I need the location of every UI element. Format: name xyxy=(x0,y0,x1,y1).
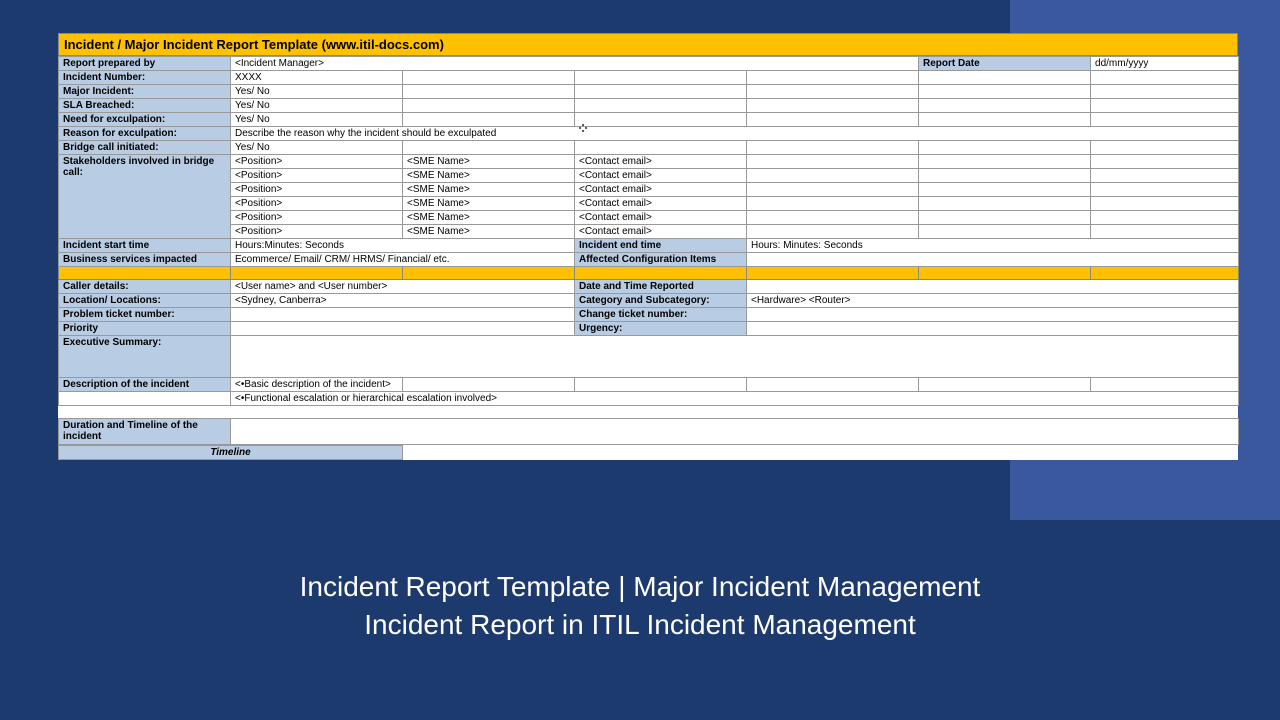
lbl-desc: Description of the incident xyxy=(59,378,231,392)
report-table: Report prepared by <Incident Manager> Re… xyxy=(58,56,1239,445)
val-biz[interactable]: Ecommerce/ Email/ CRM/ HRMS/ Financial/ … xyxy=(231,253,575,267)
lbl-bridge: Bridge call initiated: xyxy=(59,141,231,155)
caption-line1: Incident Report Template | Major Inciden… xyxy=(0,568,1280,606)
caption-line2: Incident Report in ITIL Incident Managem… xyxy=(0,606,1280,644)
lbl-cat: Category and Subcategory: xyxy=(575,294,747,308)
lbl-priority: Priority xyxy=(59,322,231,336)
lbl-end: Incident end time xyxy=(575,239,747,253)
sh-sme[interactable]: <SME Name> xyxy=(403,155,575,169)
sh-pos[interactable]: <Position> xyxy=(231,155,403,169)
val-major[interactable]: Yes/ No xyxy=(231,85,403,99)
lbl-datetime: Date and Time Reported xyxy=(575,280,747,294)
lbl-start: Incident start time xyxy=(59,239,231,253)
row-prepared-by: Report prepared by <Incident Manager> Re… xyxy=(59,57,1239,71)
lbl-loc: Location/ Locations: xyxy=(59,294,231,308)
timeline-header: Timeline xyxy=(59,446,403,460)
val-prepared-by[interactable]: <Incident Manager> xyxy=(231,57,919,71)
val-sla[interactable]: Yes/ No xyxy=(231,99,403,113)
val-reason-exc[interactable]: Describe the reason why the incident sho… xyxy=(231,127,1239,141)
lbl-need-exc: Need for exculpation: xyxy=(59,113,231,127)
sh-contact[interactable]: <Contact email> xyxy=(575,155,747,169)
lbl-change: Change ticket number: xyxy=(575,308,747,322)
val-loc[interactable]: <Sydney, Canberra> xyxy=(231,294,575,308)
val-caller[interactable]: <User name> and <User number> xyxy=(231,280,575,294)
lbl-biz: Business services impacted xyxy=(59,253,231,267)
val-desc[interactable]: <•Basic description of the incident> xyxy=(231,378,403,392)
lbl-prepared-by: Report prepared by xyxy=(59,57,231,71)
val-end[interactable]: Hours: Minutes: Seconds xyxy=(747,239,1239,253)
lbl-reason-exc: Reason for exculpation: xyxy=(59,127,231,141)
lbl-major: Major Incident: xyxy=(59,85,231,99)
timeline-table: Timeline xyxy=(58,445,403,460)
lbl-urgency: Urgency: xyxy=(575,322,747,336)
lbl-exec: Executive Summary: xyxy=(59,336,231,378)
lbl-report-date: Report Date xyxy=(919,57,1091,71)
lbl-problem: Problem ticket number: xyxy=(59,308,231,322)
val-desc2[interactable]: <•Functional escalation or hierarchical … xyxy=(231,392,1239,406)
lbl-stakeholders: Stakeholders involved in bridge call: xyxy=(59,155,231,239)
val-need-exc[interactable]: Yes/ No xyxy=(231,113,403,127)
lbl-caller: Caller details: xyxy=(59,280,231,294)
lbl-duration: Duration and Timeline of the incident xyxy=(59,419,231,445)
val-bridge[interactable]: Yes/ No xyxy=(231,141,403,155)
separator-row xyxy=(59,267,1239,280)
spreadsheet: Incident / Major Incident Report Templat… xyxy=(58,33,1238,460)
lbl-aci: Affected Configuration Items xyxy=(575,253,747,267)
val-cat[interactable]: <Hardware> <Router> xyxy=(747,294,1239,308)
lbl-sla: SLA Breached: xyxy=(59,99,231,113)
val-incident-no[interactable]: XXXX xyxy=(231,71,403,85)
title-bar: Incident / Major Incident Report Templat… xyxy=(58,33,1238,56)
lbl-incident-no: Incident Number: xyxy=(59,71,231,85)
val-report-date[interactable]: dd/mm/yyyy xyxy=(1091,57,1239,71)
val-start[interactable]: Hours:Minutes: Seconds xyxy=(231,239,575,253)
slide-caption: Incident Report Template | Major Inciden… xyxy=(0,568,1280,644)
